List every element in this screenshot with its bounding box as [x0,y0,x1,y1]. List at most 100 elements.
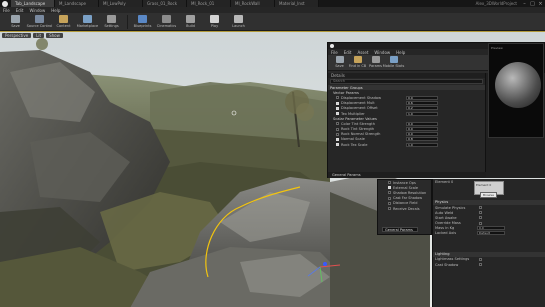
tab-5[interactable]: MI_RockWall [231,0,275,7]
instance-option-row: Receive Decals [378,206,431,211]
viewport-perspective-button[interactable]: Perspective [2,33,32,38]
settings-button[interactable]: Settings [100,15,123,31]
material-menu-window[interactable]: Window [374,50,390,55]
viewport-show-button[interactable]: Show [46,33,63,38]
param-value-field[interactable]: 0.0 [406,127,438,132]
details-checkbox[interactable] [479,216,482,220]
param-override-checkbox[interactable] [336,132,339,136]
param-value-field[interactable]: 0.6 [406,101,438,106]
details-row-name: Lighting [435,252,450,257]
material-menu-edit[interactable]: Edit [344,50,352,55]
param-override-checkbox[interactable] [336,143,339,147]
general-params-dropdown[interactable]: General Params [382,227,418,232]
tab-2[interactable]: MI_LowPoly [99,0,143,7]
find-icon [353,56,362,63]
details-row-name: Mass in Kg [435,226,455,231]
param-value-field[interactable]: 0.8 [406,137,438,142]
tab-3[interactable]: Grass_01_Rock [143,0,187,7]
option-name: Shadow Resolution [393,190,427,195]
material-menu-help[interactable]: Help [396,50,405,55]
details-checkbox[interactable] [479,257,482,261]
param-override-checkbox[interactable] [336,106,339,110]
launch-button[interactable]: Launch [227,15,250,31]
mobile-stats-button[interactable]: Mobile Stats [382,56,405,68]
param-value-field[interactable]: 0.0 [406,95,438,100]
menu-file[interactable]: File [3,8,10,13]
marketplace-button[interactable]: Marketplace [76,15,99,31]
build-button[interactable]: Build [179,15,202,31]
launch-icon [234,15,243,23]
option-checkbox[interactable] [388,181,391,185]
content-button[interactable]: Content [52,15,75,31]
details-value-field[interactable]: Default [477,231,505,236]
find-in-cb-button[interactable]: Find in CB [349,56,366,68]
option-checkbox[interactable] [388,191,391,195]
tab-6[interactable]: Material_Inst [275,0,319,7]
settings-icon [107,15,116,23]
param-value-field[interactable]: 0.0 [406,121,438,126]
param-name: Displacement Mult [341,101,375,106]
details-checkbox[interactable] [479,263,482,267]
toolbar-label: Cinematics [156,24,177,28]
param-value-field[interactable]: 0.2 [406,106,438,111]
source-control-button[interactable]: Source Control [26,15,53,31]
menu-help[interactable]: Help [51,8,60,13]
toolbar-label: Mobile Stats [382,64,405,68]
param-override-checkbox[interactable] [336,112,339,116]
maximize-icon[interactable]: □ [529,1,536,7]
play-button[interactable]: Play [203,15,226,31]
toolbar-label: Build [186,24,195,28]
details-row-name: Lightmass Settings [435,257,470,262]
param-value-field[interactable]: 1.0 [406,142,438,147]
toolbar-label: Source Control [26,24,53,28]
toolbar-separator [127,15,128,29]
param-value-field[interactable]: 0.0 [406,132,438,137]
option-name: External Scale [393,185,419,190]
option-name: Instance Ops [393,180,416,185]
material-menu-asset[interactable]: Asset [357,50,368,55]
toolbar-label: Content [56,24,71,28]
search-input[interactable]: Search [330,79,483,84]
option-checkbox[interactable] [388,201,391,205]
close-icon[interactable]: × [537,1,544,7]
browse-button[interactable]: Browse [480,192,497,198]
material-menu-file[interactable]: File [331,50,338,55]
param-override-checkbox[interactable] [336,122,339,126]
menu-edit[interactable]: Edit [16,8,24,13]
save-button[interactable]: Save [331,56,348,68]
details-row-name: Locked Axis [435,231,457,236]
option-checkbox[interactable] [388,207,391,211]
menu-window[interactable]: Window [29,8,45,13]
cinematics-button[interactable]: Cinematics [155,15,178,31]
toolbar-label: Marketplace [76,24,99,28]
details-value-field[interactable]: 0.0 [477,226,505,231]
tab-0[interactable]: Tab_Landscape [11,0,55,7]
param-override-checkbox[interactable] [336,96,339,100]
toolbar-label: Save [11,24,20,28]
param-name: Rock Tex Scale [341,142,368,147]
material-thumbnail[interactable]: Element 0 Browse [474,181,504,198]
option-checkbox[interactable] [388,196,391,200]
params-button[interactable]: Params [367,56,384,68]
param-name: Rock Normal Strength [341,132,381,137]
param-override-checkbox[interactable] [336,137,339,141]
details-checkbox[interactable] [479,221,482,225]
tab-4[interactable]: MI_Rock_01 [187,0,231,7]
param-name: Color Tint Strength [341,121,375,126]
param-override-checkbox[interactable] [336,101,339,105]
param-value-field[interactable]: 1.0 [406,111,438,116]
viewport-lit-button[interactable]: Lit [33,33,45,38]
general-params-button[interactable]: General Params [328,172,486,178]
details-checkbox[interactable] [479,206,482,210]
minimize-icon[interactable]: – [521,1,528,7]
details-panel: Details Search Parameter Groups Vector Pa… [328,73,486,178]
param-override-checkbox[interactable] [336,127,339,131]
play-icon [210,15,219,23]
option-checkbox[interactable] [388,186,391,190]
details-checkbox[interactable] [479,211,482,215]
material-preview[interactable]: Preview [488,43,544,138]
blueprints-button[interactable]: Blueprints [131,15,154,31]
tab-1[interactable]: M_Landscape [55,0,99,7]
save-button[interactable]: Save [4,15,27,31]
marketplace-icon [83,15,92,23]
